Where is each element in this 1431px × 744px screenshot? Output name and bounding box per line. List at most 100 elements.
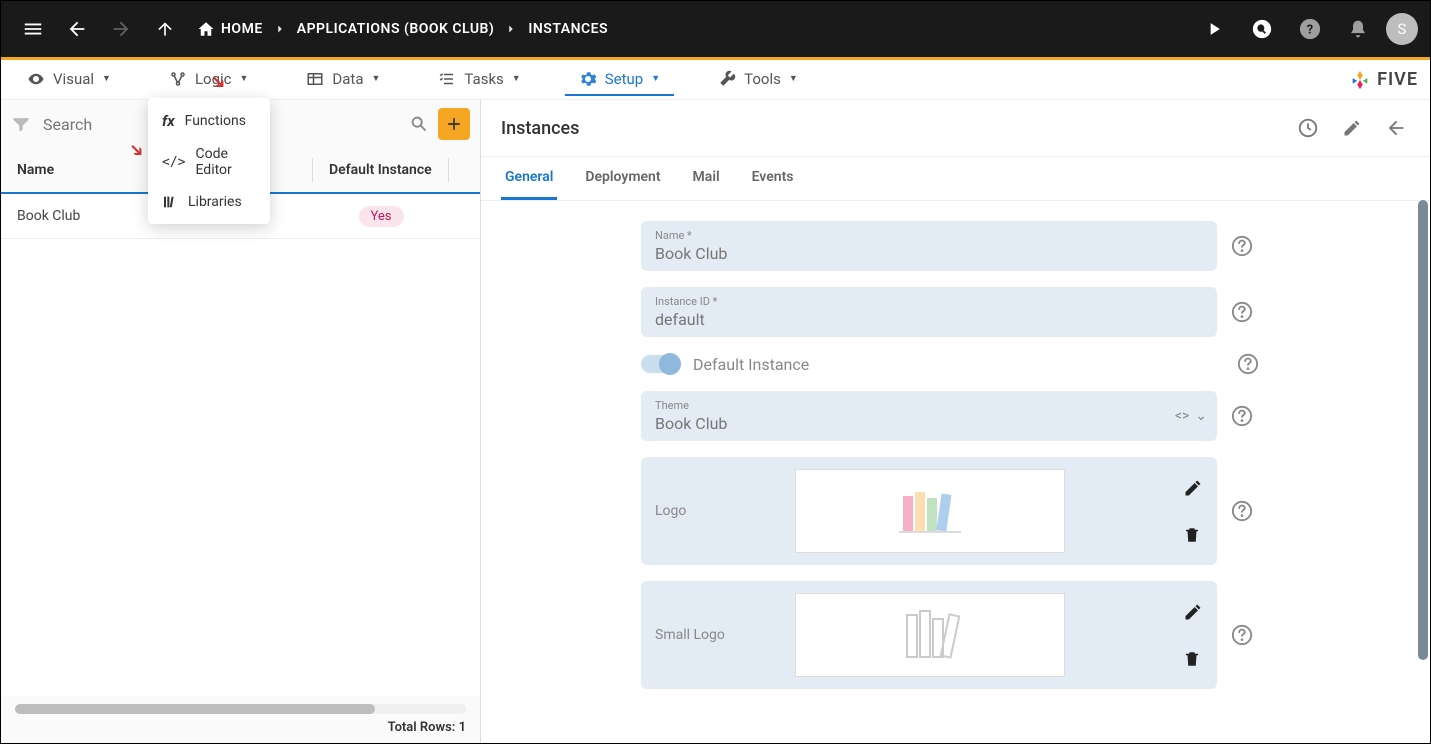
chevron-right-icon: [504, 22, 518, 36]
table-footer: Total Rows: 1: [1, 696, 480, 743]
forward-button: [101, 9, 141, 49]
brand-icon: [1349, 69, 1371, 91]
small-logo-preview: [795, 593, 1065, 677]
up-button[interactable]: [145, 9, 185, 49]
small-logo-label: Small Logo: [655, 627, 775, 643]
books-outline-icon: [895, 605, 965, 665]
dropdown-code-editor[interactable]: </> Code Editor: [148, 138, 270, 186]
cell-name: Book Club: [1, 194, 151, 238]
back-button[interactable]: [57, 9, 97, 49]
default-instance-toggle[interactable]: [641, 355, 679, 373]
horizontal-scrollbar[interactable]: [15, 704, 466, 714]
help-icon[interactable]: [1231, 624, 1253, 646]
pencil-icon: [1183, 602, 1203, 622]
table-icon: [306, 70, 324, 88]
dropdown-functions[interactable]: fx Functions: [148, 104, 270, 138]
menu-tasks[interactable]: Tasks ▼: [424, 64, 534, 96]
bell-icon[interactable]: [1338, 9, 1378, 49]
field-row-small-logo: Small Logo: [641, 581, 1406, 689]
filter-icon[interactable]: [11, 114, 31, 134]
panel-actions: [1294, 114, 1410, 142]
tab-mail[interactable]: Mail: [689, 157, 724, 200]
back-arrow-button[interactable]: [1382, 114, 1410, 142]
pencil-icon: [1342, 118, 1362, 138]
help-icon[interactable]: [1231, 500, 1253, 522]
chevron-down-icon: ▼: [372, 73, 381, 84]
menu-bar: Visual ▼ Logic ▼ Data ▼ Tasks ▼ Setup ▼ …: [1, 60, 1430, 100]
detail-panel: Instances General Deployment Mail Events: [481, 100, 1430, 743]
breadcrumb-applications-label: APPLICATIONS (BOOK CLUB): [297, 21, 495, 37]
code-icon: </>: [162, 155, 185, 170]
total-label: Total Rows:: [388, 720, 456, 735]
edit-logo-button[interactable]: [1183, 478, 1203, 498]
menu-logic[interactable]: Logic ▼: [155, 64, 262, 96]
breadcrumb-applications[interactable]: APPLICATIONS (BOOK CLUB): [297, 21, 495, 37]
total-value: 1: [459, 720, 466, 735]
clock-icon: [1297, 117, 1319, 139]
field-row-instance-id: Instance ID * default: [641, 287, 1406, 337]
brand-logo: FIVE: [1349, 69, 1418, 91]
svg-text:?: ?: [1307, 23, 1313, 38]
help-icon[interactable]: ?: [1290, 9, 1330, 49]
menu-visual-label: Visual: [53, 70, 94, 88]
wrench-icon: [718, 70, 736, 88]
eye-icon: [27, 70, 45, 88]
cell-default: Yes: [301, 194, 461, 238]
add-button[interactable]: [438, 108, 470, 140]
menu-data[interactable]: Data ▼: [292, 64, 394, 96]
instances-table: Name Default Instance Book Club default …: [1, 148, 480, 696]
gear-icon: [579, 70, 597, 88]
panel-header: Instances: [481, 100, 1430, 157]
chevron-right-icon: [273, 22, 287, 36]
vertical-scrollbar[interactable]: [1418, 200, 1428, 660]
magnify-circle-icon[interactable]: [1242, 9, 1282, 49]
menu-tools[interactable]: Tools ▼: [704, 64, 812, 96]
logo-field: Logo: [641, 457, 1217, 565]
menu-setup-label: Setup: [605, 70, 643, 88]
menu-logic-label: Logic: [195, 70, 232, 88]
chevron-down-icon: ▼: [789, 73, 798, 84]
name-field[interactable]: Name * Book Club: [641, 221, 1217, 271]
help-icon[interactable]: [1231, 235, 1253, 257]
checklist-icon: [438, 70, 456, 88]
trash-icon: [1183, 526, 1201, 544]
breadcrumb-instances-label: INSTANCES: [528, 21, 608, 37]
column-name[interactable]: Name: [1, 148, 151, 192]
home-icon: [197, 20, 215, 38]
breadcrumb-home[interactable]: HOME: [197, 20, 263, 38]
theme-field[interactable]: Theme Book Club <> ⌄: [641, 391, 1217, 441]
logo-preview: [795, 469, 1065, 553]
search-icon[interactable]: [408, 113, 430, 135]
help-icon[interactable]: [1237, 353, 1259, 375]
edit-button[interactable]: [1338, 114, 1366, 142]
delete-small-logo-button[interactable]: [1183, 650, 1203, 668]
tab-deployment[interactable]: Deployment: [581, 157, 664, 200]
help-icon[interactable]: [1231, 301, 1253, 323]
breadcrumb-instances[interactable]: INSTANCES: [528, 21, 608, 37]
select-indicators: <> ⌄: [1175, 408, 1207, 424]
books-icon: [895, 486, 965, 536]
field-row-theme: Theme Book Club <> ⌄: [641, 391, 1406, 441]
logic-dropdown: fx Functions </> Code Editor Libraries: [148, 98, 270, 224]
menu-setup[interactable]: Setup ▼: [565, 64, 674, 96]
help-icon[interactable]: [1231, 405, 1253, 427]
field-row-name: Name * Book Club: [641, 221, 1406, 271]
column-default-instance[interactable]: Default Instance: [313, 148, 448, 192]
theme-label: Theme: [655, 399, 1203, 412]
field-row-default-instance: Default Instance: [641, 353, 1406, 375]
tab-events[interactable]: Events: [748, 157, 798, 200]
instance-id-field[interactable]: Instance ID * default: [641, 287, 1217, 337]
avatar[interactable]: S: [1386, 13, 1418, 45]
menu-visual[interactable]: Visual ▼: [13, 64, 125, 96]
history-button[interactable]: [1294, 114, 1322, 142]
hamburger-icon[interactable]: [13, 9, 53, 49]
code-icon: <>: [1175, 408, 1189, 424]
play-icon[interactable]: [1194, 9, 1234, 49]
tab-general[interactable]: General: [501, 157, 557, 200]
instance-id-value: default: [655, 310, 1203, 329]
dropdown-libraries[interactable]: Libraries: [148, 186, 270, 218]
chevron-down-icon: ▼: [102, 73, 111, 84]
theme-value: Book Club: [655, 414, 1203, 433]
edit-small-logo-button[interactable]: [1183, 602, 1203, 622]
delete-logo-button[interactable]: [1183, 526, 1203, 544]
